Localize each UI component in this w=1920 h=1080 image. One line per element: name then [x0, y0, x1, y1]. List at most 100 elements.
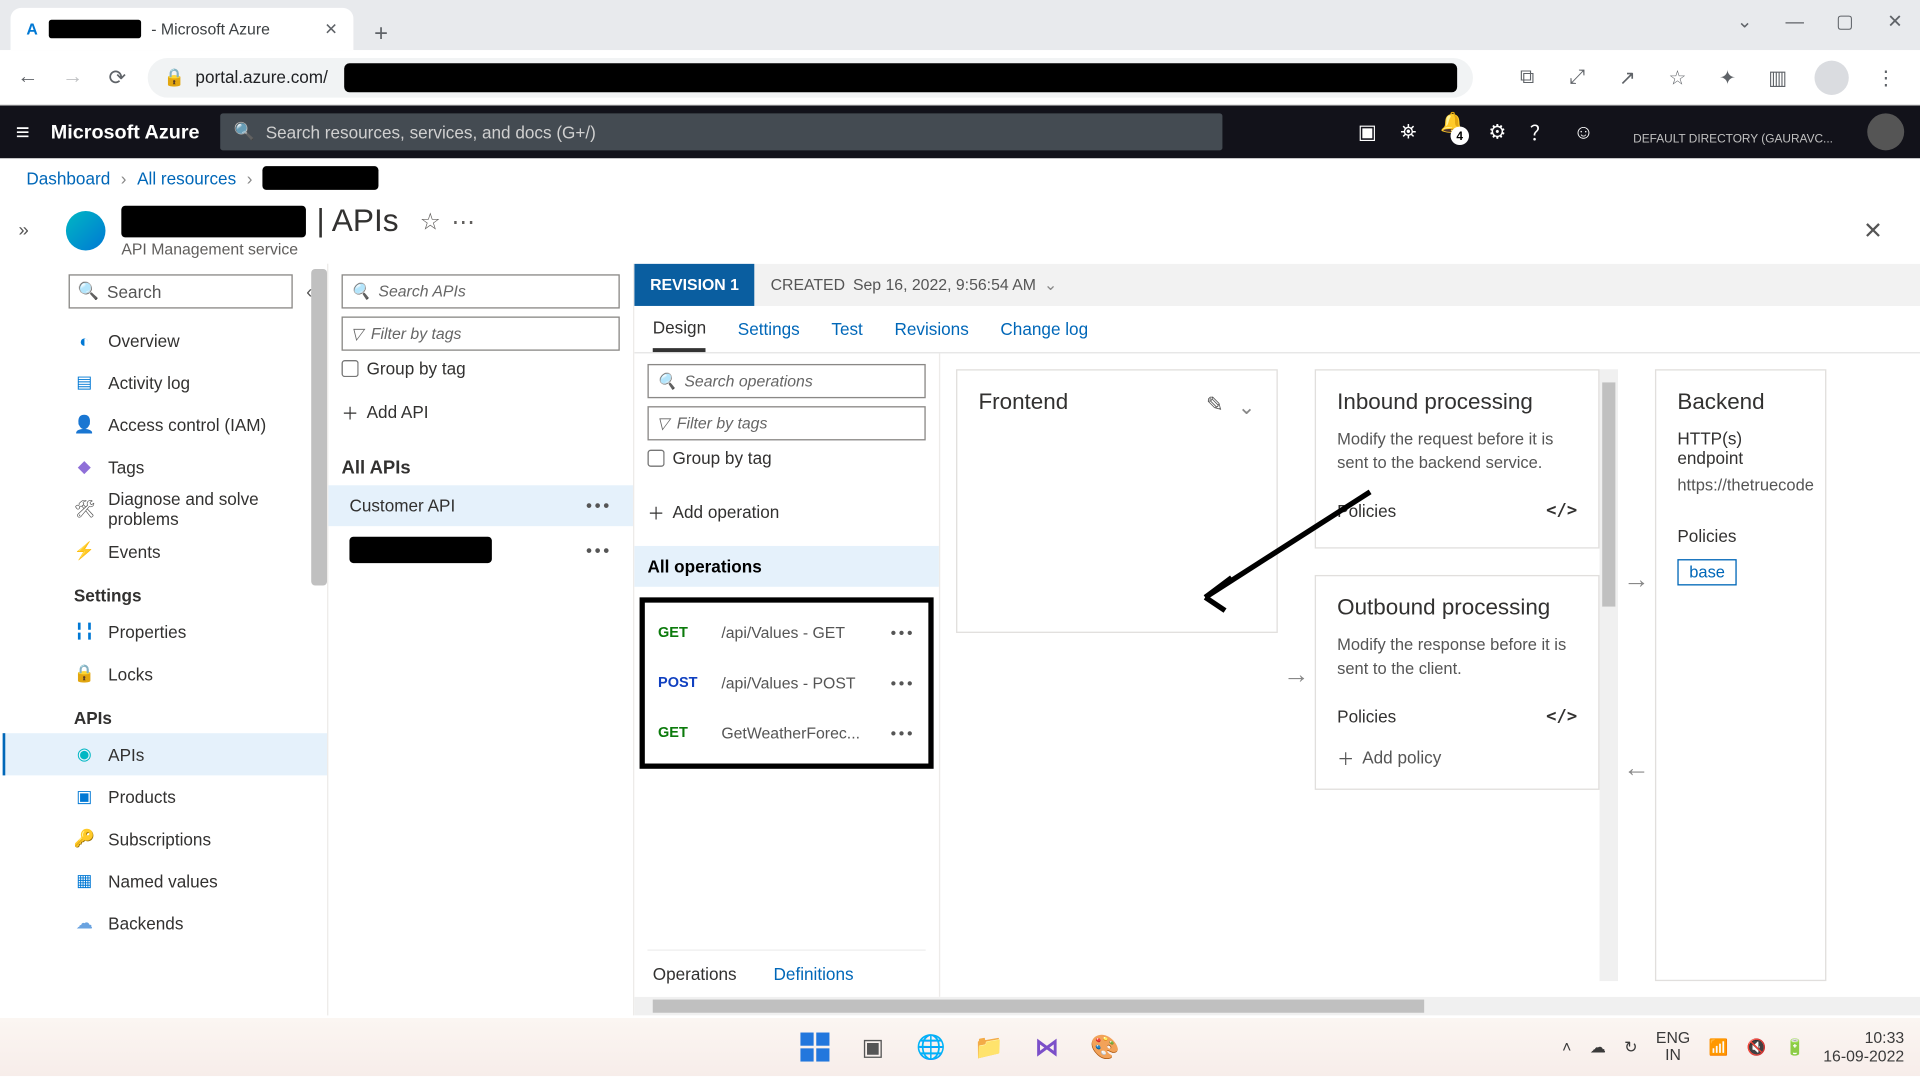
extensions-icon[interactable]: ✦ [1714, 65, 1740, 89]
onedrive-icon[interactable]: ☁ [1590, 1038, 1606, 1056]
close-window-icon[interactable]: ✕ [1883, 11, 1907, 33]
reload-icon[interactable]: ⟳ [103, 64, 132, 90]
profile-avatar[interactable] [1815, 60, 1849, 94]
task-view-icon[interactable]: ▣ [852, 1026, 894, 1068]
menu-tags[interactable]: ◆Tags [3, 446, 327, 488]
visual-studio-icon[interactable]: ⋈ [1026, 1026, 1068, 1068]
menu-activity-log[interactable]: ▤Activity log [3, 361, 327, 403]
language-indicator[interactable]: ENG IN [1656, 1030, 1690, 1065]
sync-icon[interactable]: ↻ [1624, 1038, 1637, 1056]
add-policy-button[interactable]: ＋Add policy [1337, 735, 1577, 771]
more-actions-icon[interactable]: ⋯ [452, 208, 476, 236]
share-icon[interactable]: ↗ [1614, 65, 1640, 89]
bookmark-icon[interactable]: ☆ [1664, 65, 1690, 89]
base-policy-button[interactable]: base [1677, 559, 1736, 585]
close-tab-icon[interactable]: ✕ [324, 20, 337, 38]
cloud-shell-icon[interactable]: ▣ [1358, 120, 1377, 144]
tab-operations[interactable]: Operations [653, 964, 737, 984]
side-panel-icon[interactable]: ▥ [1764, 65, 1790, 89]
back-icon[interactable]: ← [13, 65, 42, 89]
api-item-menu-icon[interactable]: ••• [586, 540, 612, 560]
group-by-tag-checkbox[interactable] [342, 360, 359, 377]
browser-tab-active[interactable]: A - Microsoft Azure ✕ [11, 8, 354, 50]
new-tab-button[interactable]: + [364, 16, 398, 50]
menu-properties[interactable]: ╏╏Properties [3, 611, 327, 653]
tab-settings[interactable]: Settings [738, 306, 800, 352]
wifi-icon[interactable]: 📶 [1709, 1038, 1729, 1056]
operations-filter-input[interactable]: ▽Filter by tags [647, 406, 925, 440]
favorite-star-icon[interactable]: ☆ [420, 208, 441, 236]
api-item-menu-icon[interactable]: ••• [586, 496, 612, 516]
tab-change-log[interactable]: Change log [1000, 306, 1088, 352]
azure-search-input[interactable]: 🔍 Search resources, services, and docs (… [221, 113, 1223, 150]
code-icon[interactable]: </> [1546, 501, 1577, 521]
menu-access-control[interactable]: 👤Access control (IAM) [3, 404, 327, 446]
file-explorer-icon[interactable]: 📁 [968, 1026, 1010, 1068]
operations-search-input[interactable]: 🔍Search operations [647, 364, 925, 398]
api-item-redacted[interactable]: ••• [328, 526, 633, 573]
operation-get-values[interactable]: GET /api/Values - GET ••• [650, 608, 923, 658]
operation-menu-icon[interactable]: ••• [891, 724, 916, 742]
clock[interactable]: 10:33 16-09-2022 [1823, 1028, 1904, 1066]
operation-menu-icon[interactable]: ••• [891, 624, 916, 642]
tray-chevron-icon[interactable]: ˄ [1562, 1038, 1571, 1056]
menu-backends[interactable]: ☁Backends [3, 902, 327, 944]
editor-horizontal-scrollbar[interactable] [634, 997, 1920, 1015]
menu-products[interactable]: ▣Products [3, 775, 327, 817]
resource-menu-search[interactable]: 🔍 Search [69, 274, 293, 308]
blade-expand-icon[interactable]: » [18, 219, 28, 240]
breadcrumb-dashboard[interactable]: Dashboard [26, 168, 110, 188]
close-blade-icon[interactable]: ✕ [1863, 217, 1893, 245]
notifications-icon[interactable]: 🔔4 [1440, 111, 1465, 153]
account-info[interactable]: x DEFAULT DIRECTORY (GAURAVC... [1633, 118, 1833, 146]
volume-icon[interactable]: 🔇 [1747, 1038, 1767, 1056]
all-apis-header[interactable]: All APIs [342, 448, 620, 485]
add-operation-button[interactable]: ＋Add operation [647, 492, 925, 546]
kebab-menu-icon[interactable]: ⋮ [1873, 65, 1899, 89]
ops-group-checkbox[interactable] [647, 450, 664, 467]
resource-menu-scrollbar[interactable] [311, 269, 327, 585]
ops-group-by-tag[interactable]: Group by tag [647, 448, 925, 468]
chevron-down-icon[interactable]: ⌄ [1733, 11, 1757, 33]
revision-tag[interactable]: REVISION 1 [634, 264, 754, 306]
processing-scrollbar[interactable] [1600, 369, 1618, 981]
maximize-icon[interactable]: ▢ [1833, 11, 1857, 33]
operation-get-weather[interactable]: GET GetWeatherForec... ••• [650, 708, 923, 758]
battery-icon[interactable]: 🔋 [1785, 1038, 1805, 1056]
api-search-input[interactable]: 🔍Search APIs [342, 274, 620, 308]
menu-named-values[interactable]: ▦Named values [3, 860, 327, 902]
directories-icon[interactable]: ⛯ [1400, 121, 1416, 143]
menu-events[interactable]: ⚡Events [3, 530, 327, 572]
api-group-by-tag[interactable]: Group by tag [342, 359, 620, 379]
chrome-app-icon[interactable]: 🌐 [910, 1026, 952, 1068]
tab-test[interactable]: Test [831, 306, 862, 352]
zoom-icon[interactable]: ⤢ [1564, 66, 1590, 88]
menu-apis[interactable]: ◉APIs [3, 733, 327, 775]
add-api-button[interactable]: ＋Add API [342, 400, 620, 425]
pencil-icon[interactable]: ✎ [1206, 392, 1224, 418]
paint-app-icon[interactable]: 🎨 [1084, 1026, 1126, 1068]
breadcrumb-all-resources[interactable]: All resources [137, 168, 236, 188]
chevron-down-icon[interactable]: ⌄ [1238, 394, 1256, 420]
open-external-icon[interactable]: ⧉ [1514, 66, 1540, 88]
tab-definitions[interactable]: Definitions [774, 964, 854, 984]
settings-gear-icon[interactable]: ⚙ [1488, 120, 1506, 144]
api-filter-input[interactable]: ▽Filter by tags [342, 316, 620, 350]
all-operations-header[interactable]: All operations [634, 546, 939, 587]
address-bar[interactable]: 🔒 portal.azure.com/ [148, 57, 1473, 97]
operation-menu-icon[interactable]: ••• [891, 674, 916, 692]
feedback-icon[interactable]: ☺ [1573, 121, 1593, 143]
revision-dropdown-icon[interactable]: ⌄ [1044, 276, 1057, 294]
azure-brand[interactable]: Microsoft Azure [51, 121, 200, 143]
menu-locks[interactable]: 🔒Locks [3, 653, 327, 695]
menu-diagnose[interactable]: 🛠Diagnose and solve problems [3, 488, 327, 530]
operation-post-values[interactable]: POST /api/Values - POST ••• [650, 658, 923, 708]
tab-revisions[interactable]: Revisions [894, 306, 968, 352]
menu-overview[interactable]: ◐Overview [3, 319, 327, 361]
start-button[interactable] [794, 1026, 836, 1068]
hamburger-icon[interactable]: ≡ [16, 118, 30, 146]
help-icon[interactable]: ？ [1530, 118, 1550, 146]
account-avatar[interactable] [1867, 113, 1904, 150]
api-item-customer[interactable]: Customer API••• [328, 485, 633, 526]
code-icon[interactable]: </> [1546, 707, 1577, 727]
